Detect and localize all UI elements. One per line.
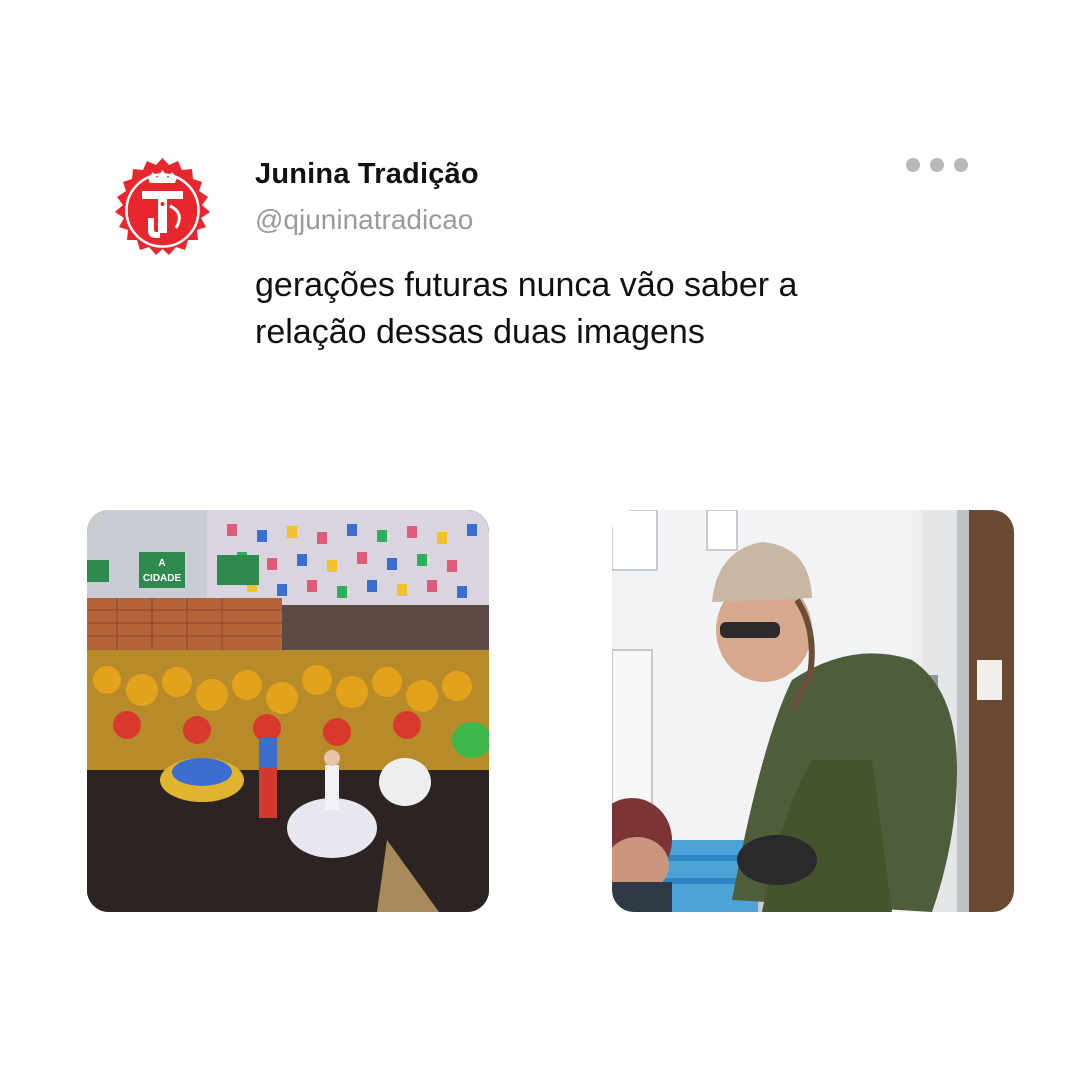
display-name[interactable]: Junina Tradição	[255, 158, 479, 191]
tweet-text: gerações futuras nunca vão saber a relaç…	[255, 262, 955, 356]
avatar[interactable]	[110, 158, 215, 263]
junina-tradicao-logo	[115, 158, 210, 255]
trailer-photo	[612, 510, 1014, 912]
media-image-trailer[interactable]	[612, 510, 1014, 912]
more-options-icon[interactable]	[906, 155, 976, 175]
more-dot	[906, 158, 920, 172]
sign-cidade: CIDADE	[143, 573, 182, 584]
tweet-text-line: relação dessas duas imagens	[255, 313, 705, 351]
more-dot	[954, 158, 968, 172]
quadrilha-photo: A CIDADE	[87, 510, 489, 912]
sign-a: A	[158, 558, 165, 569]
media-image-quadrilha[interactable]: A CIDADE	[87, 510, 489, 912]
tweet-text-line: gerações futuras nunca vão saber a	[255, 266, 798, 304]
user-handle[interactable]: @qjuninatradicao	[255, 204, 473, 236]
more-dot	[930, 158, 944, 172]
